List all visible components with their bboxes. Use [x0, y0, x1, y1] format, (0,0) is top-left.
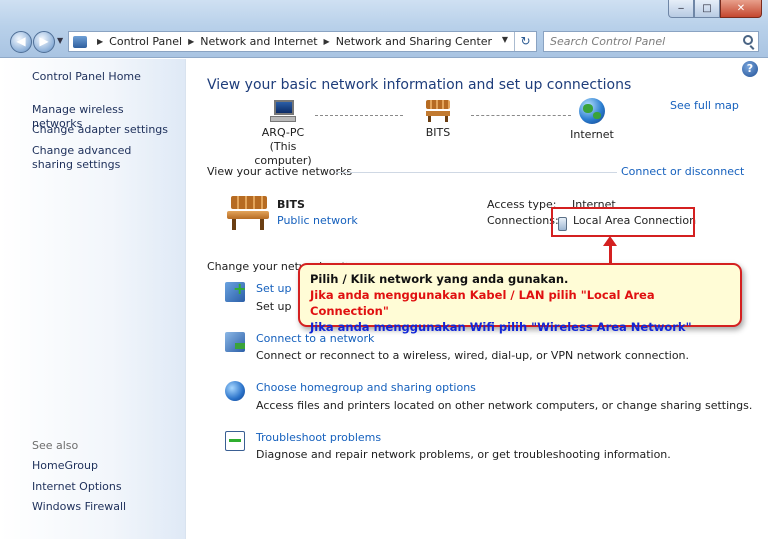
breadcrumb-separator-icon: ▶: [97, 37, 104, 46]
task-connect-network[interactable]: Connect to a network Connect or reconnec…: [225, 332, 689, 362]
map-connector: [315, 115, 403, 116]
forward-button[interactable]: ▶: [33, 31, 55, 53]
map-node-computer[interactable]: ARQ-PC (This computer): [243, 100, 323, 168]
map-network-name: BITS: [425, 126, 451, 139]
sidebar-item-advanced-sharing[interactable]: Change advanced sharing settings: [32, 144, 172, 172]
see-full-map-link[interactable]: See full map: [670, 99, 739, 112]
recent-pages-dropdown-icon[interactable]: ▼: [57, 36, 63, 45]
sidebar-item-homegroup[interactable]: HomeGroup: [32, 459, 172, 473]
computer-name: ARQ-PC: [261, 126, 305, 139]
address-bar[interactable]: ▶ Control Panel ▶ Network and Internet ▶…: [68, 31, 537, 52]
breadcrumb-sharing-center[interactable]: Network and Sharing Center: [336, 35, 492, 48]
task-troubleshoot-title[interactable]: Troubleshoot problems: [256, 431, 381, 444]
breadcrumb-network-internet[interactable]: Network and Internet: [200, 35, 317, 48]
task-setup-connection[interactable]: Set up a new connection or network Set u…: [225, 279, 291, 313]
map-connector: [471, 115, 571, 116]
callout-line-3: Jika anda menggunakan Wifi pilih "Wirele…: [310, 320, 692, 334]
connect-disconnect-link[interactable]: Connect or disconnect: [621, 165, 744, 178]
address-dropdown-icon[interactable]: ▼: [502, 35, 508, 44]
search-icon[interactable]: [743, 35, 753, 45]
section-divider: [335, 172, 617, 173]
new-connection-icon: [225, 279, 246, 302]
computer-subtitle: (This computer): [254, 140, 312, 167]
task-connect-desc: Connect or reconnect to a wireless, wire…: [256, 349, 690, 362]
computer-icon: [270, 100, 296, 122]
sidebar-item-internet-options[interactable]: Internet Options: [32, 480, 172, 494]
map-node-internet[interactable]: Internet: [567, 98, 617, 142]
homegroup-icon: [225, 381, 245, 401]
page-title: View your basic network information and …: [207, 77, 632, 93]
callout-line-1: Pilih / Klik network yang anda gunakan.: [310, 272, 569, 286]
task-homegroup-title[interactable]: Choose homegroup and sharing options: [256, 381, 476, 394]
breadcrumb-separator-icon: ▶: [188, 37, 195, 46]
public-network-bench-icon: [426, 100, 450, 122]
task-troubleshoot[interactable]: Troubleshoot problems Diagnose and repai…: [225, 431, 671, 461]
maximize-button[interactable]: □: [694, 0, 720, 18]
public-network-bench-icon: [227, 196, 269, 230]
back-button[interactable]: ◀: [10, 31, 32, 53]
annotation-highlight-box: [551, 207, 695, 237]
globe-icon: [579, 98, 605, 124]
window-controls: ‒ □ ✕: [668, 0, 762, 18]
map-internet-label: Internet: [570, 128, 614, 141]
search-placeholder: Search Control Panel: [550, 35, 666, 48]
task-setup-title[interactable]: Set up a new connection or network: [256, 282, 291, 295]
connect-network-icon: [225, 332, 245, 352]
control-panel-icon: [73, 35, 87, 48]
close-button[interactable]: ✕: [720, 0, 762, 18]
task-homegroup-desc: Access files and printers located on oth…: [256, 399, 753, 412]
search-input[interactable]: Search Control Panel: [543, 31, 759, 52]
breadcrumb-separator-icon: ▶: [323, 37, 330, 46]
access-type-label: Access type:: [487, 198, 557, 211]
annotation-callout: Pilih / Klik network yang anda gunakan. …: [298, 263, 742, 334]
active-network-name: BITS: [277, 198, 305, 211]
callout-line-2: Jika anda menggunakan Kabel / LAN pilih …: [310, 288, 655, 318]
troubleshoot-icon: [225, 431, 245, 451]
sidebar-item-control-panel-home[interactable]: Control Panel Home: [32, 70, 172, 84]
map-node-network[interactable]: BITS: [413, 100, 463, 140]
sidebar-item-change-adapter[interactable]: Change adapter settings: [32, 123, 172, 137]
window-titlebar: ‒ □ ✕ ◀ ▶ ▼ ▶ Control Panel ▶ Network an…: [0, 0, 768, 58]
refresh-icon[interactable]: ↻: [514, 32, 536, 51]
sidebar-item-windows-firewall[interactable]: Windows Firewall: [32, 500, 172, 514]
sidebar: Control Panel Home Manage wireless netwo…: [0, 59, 186, 539]
task-setup-desc: Set up a wireless, broadband, dial-up, a…: [256, 300, 291, 313]
active-networks-heading: View your active networks: [207, 165, 353, 178]
breadcrumb-control-panel[interactable]: Control Panel: [109, 35, 182, 48]
help-icon[interactable]: ?: [742, 61, 758, 77]
task-troubleshoot-desc: Diagnose and repair network problems, or…: [256, 448, 671, 461]
breadcrumb: ▶ Control Panel ▶ Network and Internet ▶…: [91, 35, 492, 48]
minimize-button[interactable]: ‒: [668, 0, 694, 18]
connections-label: Connections:: [487, 214, 559, 227]
network-type-link[interactable]: Public network: [277, 214, 358, 227]
see-also-label: See also: [32, 439, 79, 452]
